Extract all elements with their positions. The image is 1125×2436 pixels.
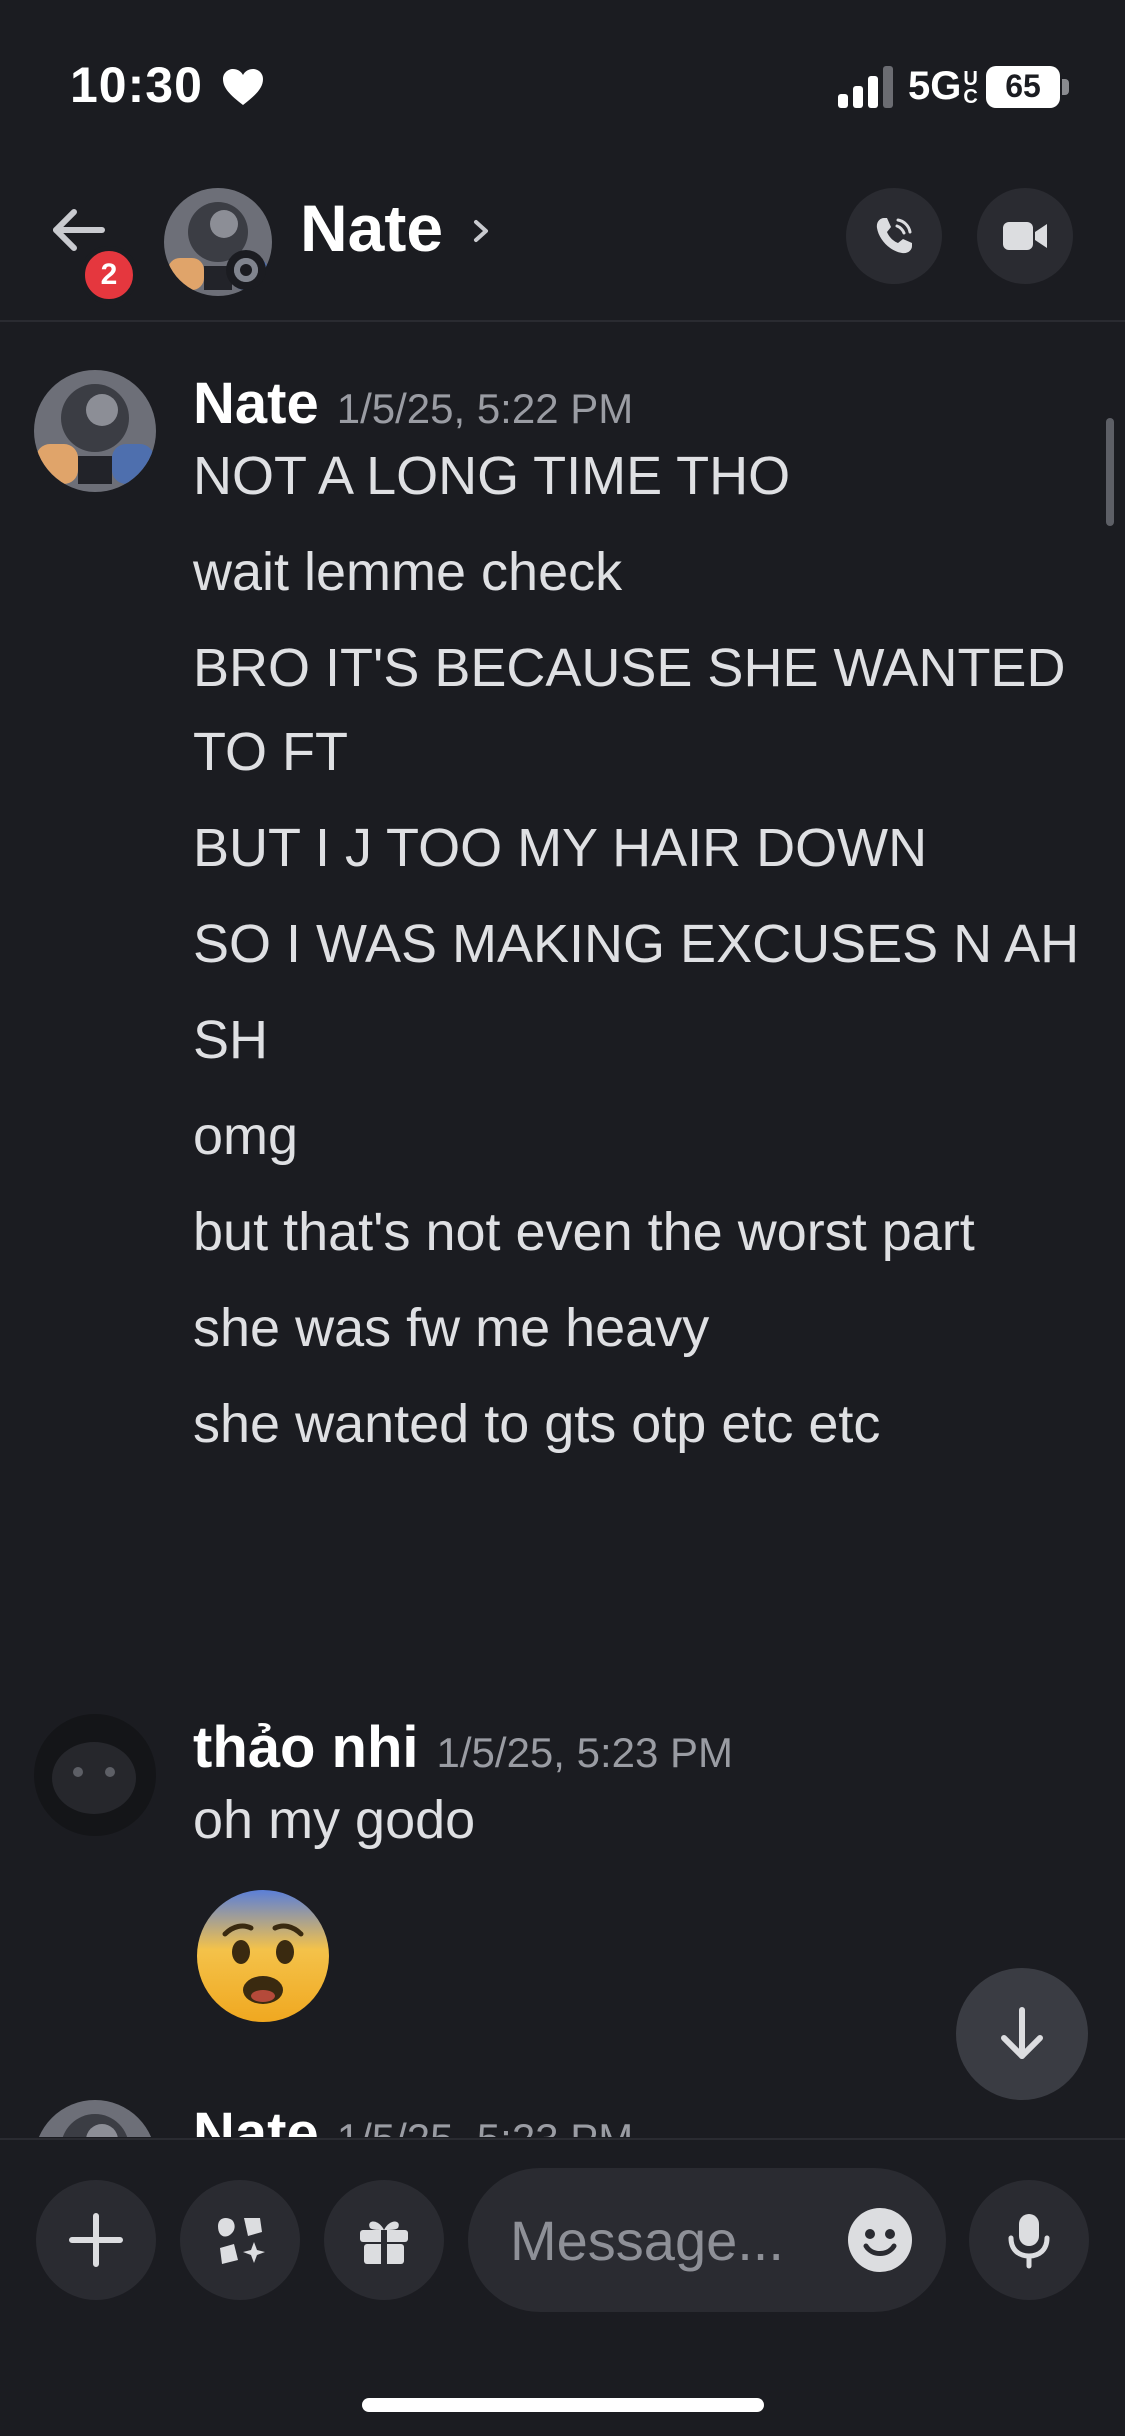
message-text[interactable]: she wanted to gts otp etc etc <box>193 1382 1093 1478</box>
jump-to-latest-button[interactable] <box>956 1968 1088 2100</box>
channel-name[interactable]: Nate <box>300 190 443 266</box>
avatar[interactable] <box>34 2100 156 2137</box>
dm-screen: 10:30 5G UC 65 2 Nate Nate 1/5/25, 5:22 … <box>0 0 1125 2436</box>
message-header: thảo nhi 1/5/25, 5:23 PM <box>193 1714 733 1781</box>
home-indicator[interactable] <box>362 2398 764 2412</box>
cellular-signal-icon <box>838 66 893 108</box>
chevron-right-icon[interactable] <box>470 214 492 248</box>
heart-icon <box>223 69 263 105</box>
avatar[interactable] <box>34 1714 156 1836</box>
message-content: NOT A LONG TIME THO wait lemme check BRO… <box>193 434 1093 1478</box>
microphone-icon <box>1008 2214 1050 2269</box>
message-text[interactable]: wait lemme check <box>193 530 1093 626</box>
emoji-picker-icon[interactable] <box>846 2206 914 2274</box>
scrollbar[interactable] <box>1106 418 1114 526</box>
gift-button[interactable] <box>324 2180 444 2300</box>
message-input[interactable]: Message... <box>468 2168 946 2312</box>
avatar-image <box>34 370 156 492</box>
network-type: 5G <box>908 64 962 108</box>
message-text[interactable]: but that's not even the worst part <box>193 1190 1093 1286</box>
status-time: 10:30 <box>70 57 203 113</box>
network-suffix: UC <box>963 68 978 109</box>
apps-button[interactable] <box>180 2180 300 2300</box>
plus-icon <box>69 2213 123 2267</box>
message-text[interactable]: omg <box>193 1094 1093 1190</box>
video-camera-icon <box>1003 222 1047 250</box>
message-composer: Message... <box>0 2138 1125 2436</box>
timestamp: 1/5/25, 5:22 PM <box>336 385 634 432</box>
message-list[interactable]: Nate 1/5/25, 5:22 PM NOT A LONG TIME THO … <box>0 322 1125 2137</box>
author-name[interactable]: thảo nhi <box>193 1715 419 1780</box>
message-text[interactable]: NOT A LONG TIME THO <box>193 434 1093 530</box>
fearful-face-emoji-icon[interactable] <box>193 1886 333 2026</box>
timestamp: 1/5/25, 5:23 PM <box>436 1729 734 1776</box>
message-text[interactable]: oh my godo <box>193 1778 1093 1874</box>
message-text[interactable]: SO I WAS MAKING EXCUSES N AH <box>193 902 1093 998</box>
voice-call-button[interactable] <box>846 188 942 284</box>
battery-cap <box>1062 79 1069 95</box>
author-name[interactable]: Nate <box>193 2101 319 2137</box>
attach-button[interactable] <box>36 2180 156 2300</box>
network-indicator: 5G UC <box>908 64 981 109</box>
arrow-down-icon <box>1001 2007 1043 2059</box>
battery-icon: 65 <box>986 66 1070 108</box>
message-header: Nate 1/5/25, 5:23 PM <box>193 2100 633 2137</box>
phone-icon <box>876 218 912 254</box>
video-call-button[interactable] <box>977 188 1073 284</box>
author-name[interactable]: Nate <box>193 371 319 436</box>
message-header: Nate 1/5/25, 5:22 PM <box>193 370 633 437</box>
message-text[interactable]: SH <box>193 998 1093 1094</box>
timestamp: 1/5/25, 5:23 PM <box>337 2115 634 2137</box>
message-text[interactable]: BUT I J TOO MY HAIR DOWN <box>193 806 1093 902</box>
message-content: oh my godo <box>193 1778 1093 1874</box>
unread-badge: 2 <box>80 246 138 304</box>
gift-icon <box>360 2221 408 2264</box>
voice-message-button[interactable] <box>969 2180 1089 2300</box>
battery-level: 65 <box>1005 68 1041 104</box>
offline-status-icon <box>226 250 266 290</box>
apps-icon <box>218 2218 265 2264</box>
avatar-image <box>34 1714 156 1836</box>
message-text[interactable]: BRO IT'S BECAUSE SHE WANTED TO FT <box>193 626 1093 806</box>
avatar-image <box>34 2100 156 2137</box>
status-bar: 10:30 5G UC 65 <box>0 0 1125 160</box>
chat-header: 2 Nate <box>0 160 1125 322</box>
message-text[interactable]: she was fw me heavy <box>193 1286 1093 1382</box>
avatar[interactable] <box>34 370 156 492</box>
message-placeholder: Message... <box>510 2209 784 2272</box>
